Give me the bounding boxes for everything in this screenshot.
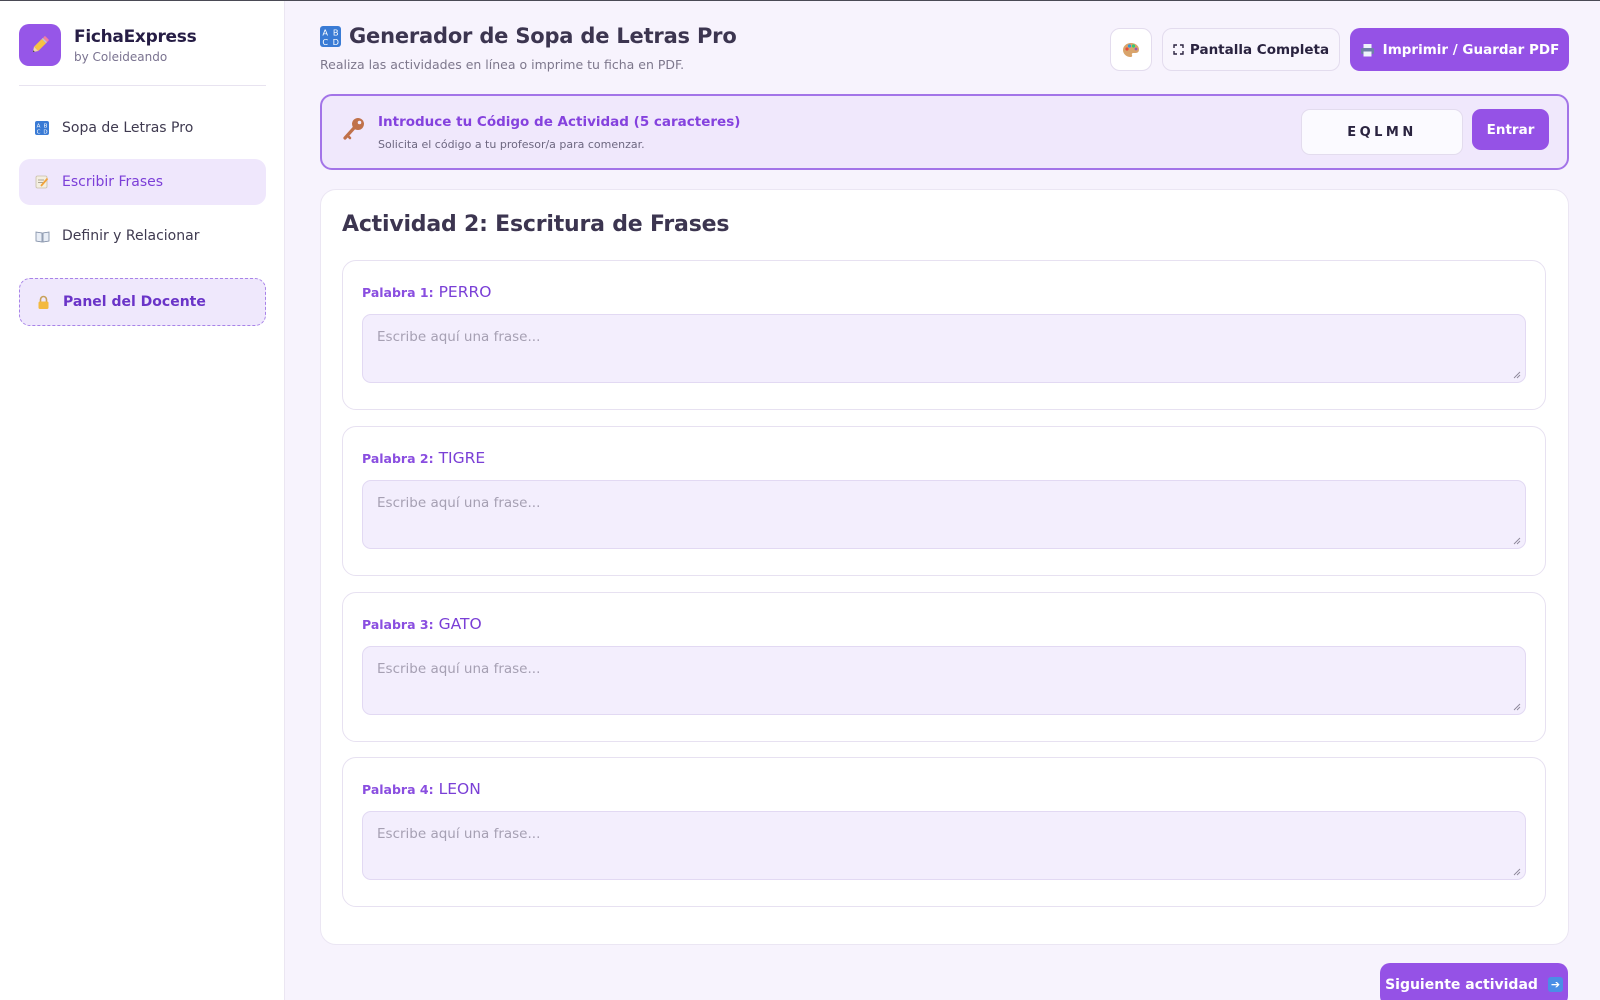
activity-title: Actividad 2: Escritura de Frases [342,212,730,237]
word-number: Palabra 4: [362,782,434,797]
word-value: LEON [438,780,481,798]
brand-subtitle: by Coleideando [74,49,168,64]
resize-handle-icon[interactable] [1513,703,1521,711]
sidebar-item-sopa-de-letras[interactable]: A B C D Sopa de Letras Pro [19,105,266,151]
pencil-icon [19,24,61,66]
code-banner-hint: Solicita el código a tu profesor/a para … [378,138,645,151]
page-header: A B C D Generador de Sopa de Letras Pro [320,24,737,48]
svg-text:C: C [37,130,41,135]
phrase-textarea[interactable] [362,811,1526,880]
palette-icon [1122,42,1140,58]
sidebar-item-panel-docente[interactable]: Panel del Docente [19,278,266,326]
book-icon [34,228,50,244]
activity-code-banner: Introduce tu Código de Actividad (5 cara… [320,94,1569,170]
svg-text:D: D [333,36,339,46]
print-button[interactable]: Imprimir / Guardar PDF [1350,28,1569,71]
sidebar-item-definir-relacionar[interactable]: Definir y Relacionar [19,213,266,259]
abcd-icon: A B C D [34,120,50,136]
code-banner-title: Introduce tu Código de Actividad (5 cara… [378,114,741,130]
word-value: PERRO [438,283,492,301]
sidebar-item-label: Escribir Frases [62,174,164,190]
sidebar-item-escribir-frases[interactable]: Escribir Frases [19,159,266,205]
word-value: TIGRE [438,449,486,467]
brand-name: FichaExpress [74,26,197,47]
fullscreen-button[interactable]: Pantalla Completa [1162,28,1340,71]
svg-text:A: A [37,123,41,129]
word-value: GATO [438,615,482,633]
svg-text:C: C [322,36,328,46]
svg-text:B: B [44,123,48,129]
word-label: Palabra 1: PERRO [362,283,491,301]
activity-card: Actividad 2: Escritura de Frases Palabra… [320,189,1569,945]
divider [19,85,266,86]
word-card: Palabra 1: PERRO [342,260,1546,410]
resize-handle-icon[interactable] [1513,537,1521,545]
word-label: Palabra 3: GATO [362,615,482,633]
word-card: Palabra 4: LEON [342,757,1546,907]
printer-icon [1360,43,1375,57]
phrase-textarea[interactable] [362,480,1526,549]
word-card: Palabra 2: TIGRE [342,426,1546,576]
svg-text:D: D [43,130,47,135]
abcd-icon: A B C D [320,25,341,47]
sidebar: FichaExpress by Coleideando A B C D Sopa… [0,1,285,1000]
enter-button[interactable]: Entrar [1472,109,1549,150]
next-activity-label: Siguiente actividad [1385,976,1538,993]
word-label: Palabra 4: LEON [362,780,481,798]
word-card: Palabra 3: GATO [342,592,1546,742]
activity-code-input[interactable] [1301,109,1463,155]
sidebar-item-label: Panel del Docente [63,294,206,310]
word-number: Palabra 3: [362,617,434,632]
fullscreen-icon [1173,44,1184,55]
resize-handle-icon[interactable] [1513,371,1521,379]
lock-icon [35,294,51,310]
memo-icon [34,174,50,190]
sidebar-item-label: Definir y Relacionar [62,228,200,244]
phrase-textarea[interactable] [362,314,1526,383]
key-icon [342,116,366,146]
page-title: Generador de Sopa de Letras Pro [349,24,737,48]
word-number: Palabra 1: [362,285,434,300]
phrase-textarea[interactable] [362,646,1526,715]
page-subtitle: Realiza las actividades en línea o impri… [320,57,685,72]
brand: FichaExpress by Coleideando [19,24,197,66]
word-number: Palabra 2: [362,451,434,466]
arrow-right-icon: ➔ [1547,977,1563,992]
next-activity-button[interactable]: Siguiente actividad ➔ [1380,963,1568,1000]
print-label: Imprimir / Guardar PDF [1382,41,1560,58]
palette-button[interactable] [1110,28,1152,71]
fullscreen-label: Pantalla Completa [1189,41,1330,58]
sidebar-item-label: Sopa de Letras Pro [62,120,194,136]
word-label: Palabra 2: TIGRE [362,449,485,467]
resize-handle-icon[interactable] [1513,868,1521,876]
